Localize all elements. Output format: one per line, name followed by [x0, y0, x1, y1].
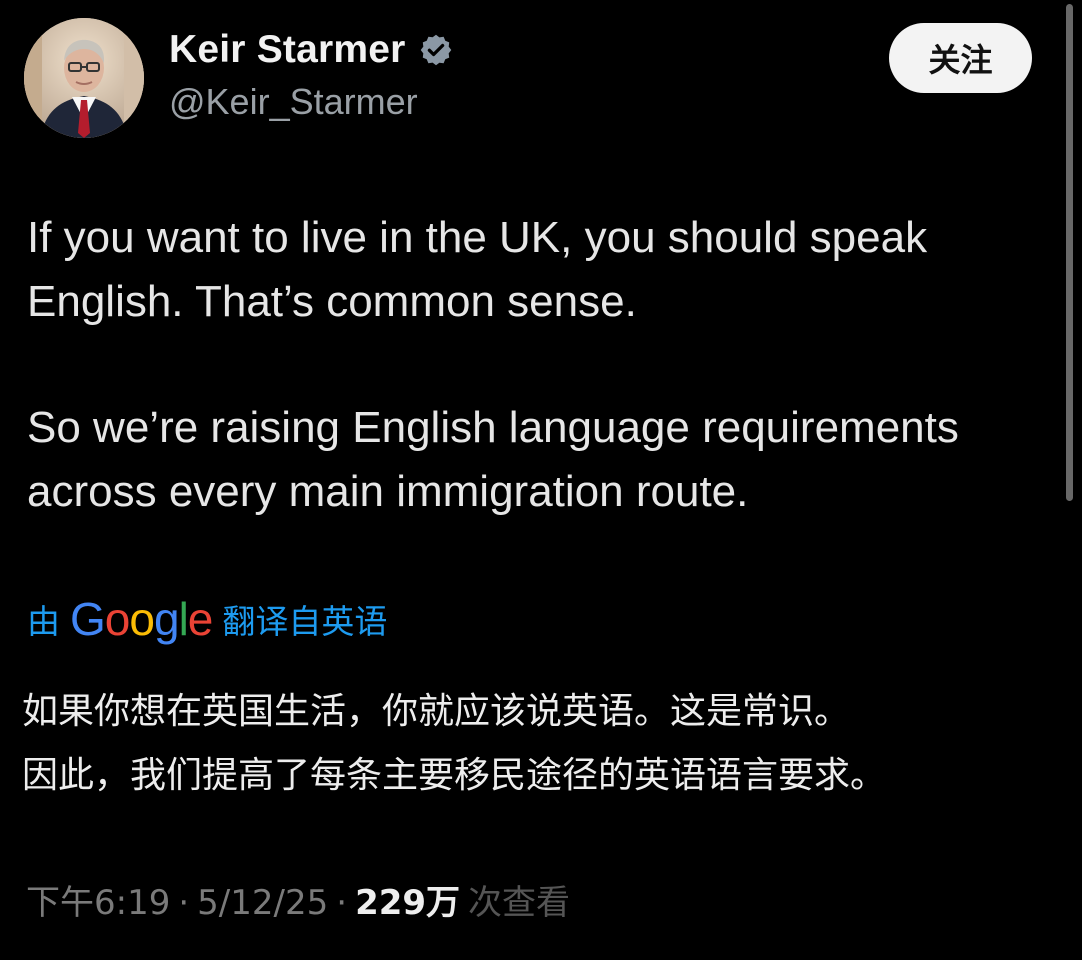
- user-handle[interactable]: @Keir_Starmer: [169, 84, 418, 120]
- views-label: 次查看: [468, 883, 571, 923]
- follow-button[interactable]: 关注: [889, 23, 1032, 93]
- views-count[interactable]: 229万: [355, 875, 460, 924]
- profile-photo: [24, 18, 144, 138]
- vertical-scrollbar[interactable]: [1066, 4, 1073, 501]
- post-date[interactable]: 5/12/25: [197, 883, 328, 923]
- translated-line-2: 因此，我们提高了每条主要移民途径的英语语言要求。: [22, 755, 887, 796]
- meta-separator: ·: [336, 883, 348, 923]
- avatar[interactable]: [24, 18, 144, 138]
- translation-prefix: 由: [27, 602, 60, 641]
- translation-attribution[interactable]: 由 Google 翻译自英语: [27, 592, 387, 646]
- name-row: Keir Starmer: [169, 30, 454, 69]
- tweet-page: Keir Starmer @Keir_Starmer 关注 If you wan…: [0, 0, 1082, 960]
- display-name[interactable]: Keir Starmer: [169, 30, 406, 69]
- translated-text: 如果你想在英国生活，你就应该说英语。这是常识。 因此，我们提高了每条主要移民途径…: [22, 680, 1052, 808]
- tweet-metadata: 下午6:19 · 5/12/25 · 229万 次查看: [26, 875, 570, 924]
- tweet-paragraph-1: If you want to live in the UK, you shoul…: [27, 213, 928, 326]
- tweet-header: Keir Starmer @Keir_Starmer 关注: [24, 18, 1042, 138]
- google-logo: Google: [70, 593, 213, 645]
- verified-badge-icon: [418, 32, 454, 68]
- translated-line-1: 如果你想在英国生活，你就应该说英语。这是常识。: [22, 691, 851, 732]
- tweet-text: If you want to live in the UK, you shoul…: [27, 206, 1017, 524]
- post-time[interactable]: 下午6:19: [26, 875, 170, 924]
- meta-separator: ·: [178, 883, 190, 923]
- translation-suffix: 翻译自英语: [222, 602, 388, 641]
- tweet-paragraph-2: So we’re raising English language requir…: [27, 403, 959, 516]
